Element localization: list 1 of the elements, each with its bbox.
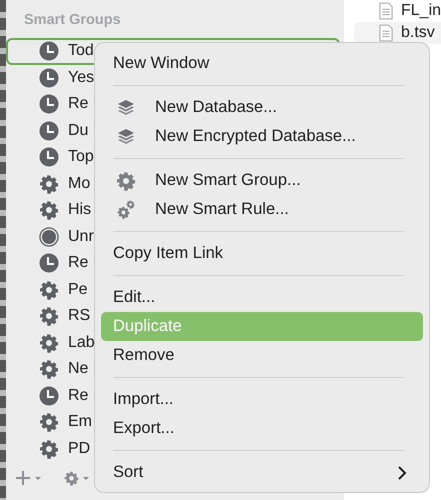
section-heading: Smart Groups [23, 12, 122, 30]
